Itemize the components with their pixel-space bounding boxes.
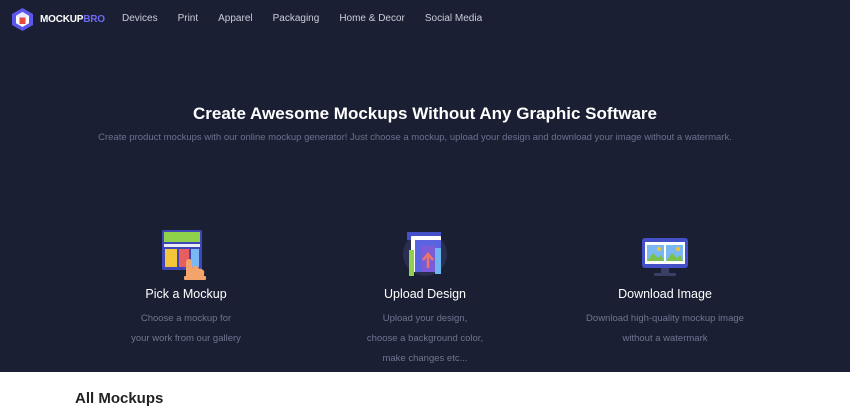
- upload-design-icon: [403, 232, 447, 276]
- step-description: Upload your design, choose a background …: [366, 313, 484, 364]
- step-upload-design: Upload Design Upload your design, choose…: [325, 228, 525, 369]
- nav-item-packaging[interactable]: Packaging: [263, 13, 330, 24]
- download-image-icon: [642, 238, 688, 276]
- hero-section: MOCKUPBRO Devices Print Apparel Packagin…: [0, 0, 850, 372]
- step-title: Upload Design: [384, 287, 466, 301]
- nav-item-apparel[interactable]: Apparel: [208, 13, 262, 24]
- step-description: Download high-quality mockup image witho…: [586, 313, 744, 344]
- step-description: Choose a mockup for your work from our g…: [131, 313, 241, 344]
- hero-title: Create Awesome Mockups Without Any Graph…: [193, 104, 657, 123]
- step-pick-mockup: Pick a Mockup Choose a mockup for your w…: [86, 228, 286, 349]
- hero-subtitle: Create product mockups with our online m…: [98, 132, 732, 143]
- mockupbro-logo-icon: [12, 8, 33, 31]
- step-title: Pick a Mockup: [145, 287, 227, 301]
- brand-logo-link[interactable]: MOCKUPBRO: [10, 7, 105, 32]
- all-mockups-heading: All Mockups: [75, 390, 164, 407]
- hand-pick-icon: [162, 230, 206, 280]
- step-download-image: Download Image Download high-quality moc…: [565, 228, 765, 349]
- nav-item-home-decor[interactable]: Home & Decor: [329, 13, 415, 24]
- step-title: Download Image: [618, 287, 712, 301]
- brand-name: MOCKUPBRO: [40, 14, 105, 25]
- nav-item-devices[interactable]: Devices: [112, 13, 168, 24]
- main-nav: Devices Print Apparel Packaging Home & D…: [112, 13, 492, 24]
- nav-item-print[interactable]: Print: [168, 13, 209, 24]
- nav-item-social-media[interactable]: Social Media: [415, 13, 492, 24]
